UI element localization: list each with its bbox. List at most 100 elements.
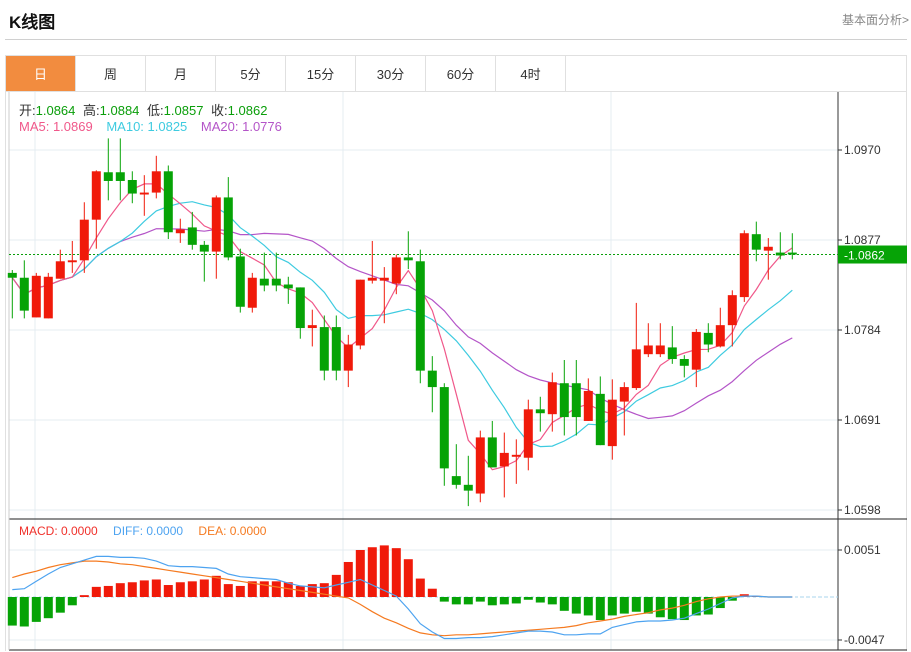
candle [547,372,557,432]
candle [727,290,737,347]
candle [247,272,257,313]
candle [523,399,533,471]
candle [715,307,725,348]
candle [643,323,653,358]
candle-body [547,382,557,415]
candle-body [163,171,173,233]
candle-body [367,277,377,281]
candle-body [595,393,605,446]
close-label: 收: [211,103,228,118]
ma5-line [11,183,793,471]
candle [499,432,509,498]
candle-body [235,256,245,307]
candle-body [127,179,137,194]
macd-bar [343,561,353,597]
candle [607,379,617,460]
candle [199,240,209,282]
candle [571,359,581,436]
candle-body [187,227,197,245]
candle-body [91,171,101,220]
macd-bar [43,597,53,619]
macd-bar [391,548,401,597]
candle [307,309,317,347]
candle-body [451,476,461,485]
dea-value: DEA: 0.0000 [198,524,267,538]
ma20-value: MA20: 1.0776 [200,119,282,134]
candle-body [319,327,329,371]
macd-bar [79,595,89,597]
candle-body [175,229,185,234]
macd-bar [307,584,317,597]
candle-body [31,275,41,318]
candle-body [775,252,785,256]
macd-bar [619,597,629,614]
candle [331,315,341,381]
candle-body [211,197,221,252]
macd-bar [7,597,17,626]
candle-body [631,349,641,389]
candle-body [283,284,293,289]
ma10-value: MA10: 1.0825 [106,119,188,134]
candle-body [55,261,65,279]
macd-bar [475,597,485,602]
candle [343,334,353,388]
ohlc-legend: 开:1.0864 高:1.0884 低:1.0857 收:1.0862 [19,100,271,119]
candle [31,272,41,318]
macd-bar [571,597,581,614]
macd-bar [127,582,137,597]
candle-body [643,345,653,355]
candle [19,260,29,319]
candle-body [463,484,473,491]
candle [739,230,749,302]
candle [775,232,785,260]
candle [559,359,569,436]
high-value: 1.0884 [99,103,140,118]
candle [487,420,497,468]
candle-body [271,278,281,286]
macd-bar [535,597,545,603]
candle-body [67,260,77,263]
candle-body [619,387,629,402]
candle [751,221,761,262]
macd-bar [31,597,41,622]
close-value: 1.0862 [227,103,268,118]
candle [451,444,461,489]
macd-bar [523,597,533,600]
macd-bar [631,597,641,612]
candle-body [655,345,665,355]
macd-tick-label: -0.0047 [844,633,885,647]
candle-body [295,287,305,329]
macd-bar [655,597,665,618]
candle [427,356,437,413]
y-tick-label: 1.0691 [844,413,881,427]
candle-body [571,383,581,418]
last-price-label: -1.0862 [844,249,885,263]
macd-bar [487,597,497,606]
candle [79,202,89,273]
candle [43,272,53,319]
candle-body [427,370,437,388]
open-value: 1.0864 [35,103,76,118]
candle-body [43,276,53,319]
macd-legend: MACD: 0.0000 DIFF: 0.0000 DEA: 0.0000 [19,524,270,538]
macd-bar [235,585,245,597]
macd-bar [367,547,377,597]
candle [439,383,449,486]
candle-body [691,331,701,370]
candle [535,396,545,432]
candle [67,240,77,273]
kline-chart[interactable]: 1.0970 1.0877 1.0784 1.0691 1.0598 0.0051 -0.0… [0,0,911,652]
macd-bar [199,579,209,597]
macd-bar [559,597,569,611]
macd-bar [595,597,605,621]
candle-body [499,452,509,467]
candle [655,323,665,358]
candle [415,249,425,384]
candle-body [535,409,545,414]
macd-bar [139,580,149,597]
candle-body [7,272,17,278]
candle-body [403,257,413,261]
macd-bar [427,588,437,597]
macd-bar [223,584,233,597]
diff-value: DIFF: 0.0000 [113,524,184,538]
